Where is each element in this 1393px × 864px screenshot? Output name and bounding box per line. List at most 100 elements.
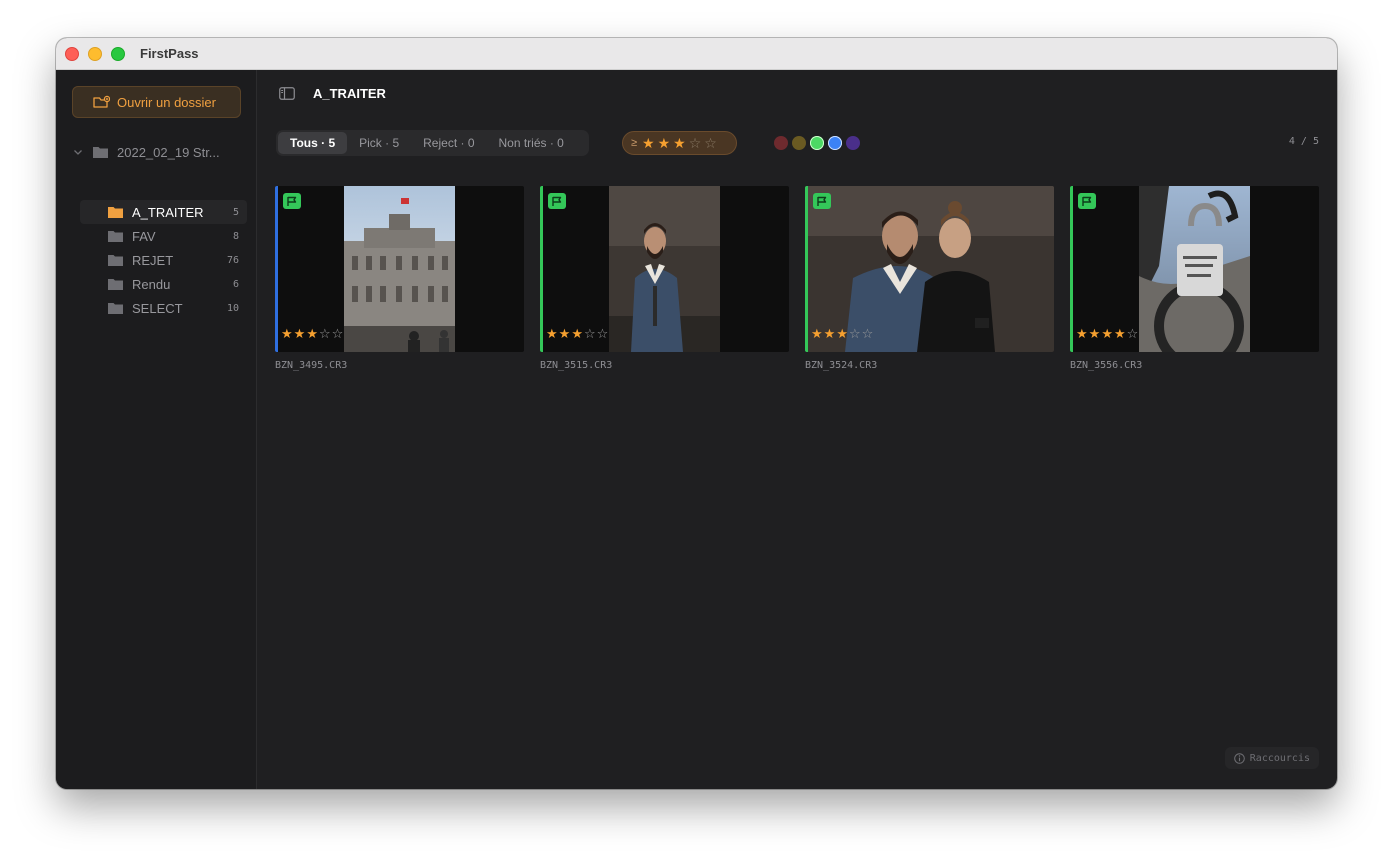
color-filter-blue[interactable] (828, 136, 842, 150)
minimize-window-button[interactable] (88, 47, 102, 61)
star-outline-icon[interactable]: ☆ (597, 327, 609, 341)
pick-flag-icon[interactable] (283, 193, 301, 209)
pick-flag-icon[interactable] (813, 193, 831, 209)
star-icon[interactable]: ★ (1114, 327, 1126, 341)
star-outline-icon[interactable]: ☆ (332, 327, 344, 341)
photo-card[interactable]: ★ ★ ★ ☆ ☆ BZN_3524.CR3 (805, 186, 1054, 371)
pick-accent (1070, 186, 1073, 352)
star-outline-icon[interactable]: ☆ (1127, 327, 1139, 341)
open-folder-label: Ouvrir un dossier (117, 94, 216, 110)
photo-rating[interactable]: ★ ★ ★ ★ ☆ (1076, 327, 1138, 341)
folder-plus-icon (93, 95, 110, 108)
close-window-button[interactable] (65, 47, 79, 61)
photo-rating[interactable]: ★ ★ ★ ☆ ☆ (281, 327, 343, 341)
star-icon[interactable]: ★ (658, 136, 671, 150)
photo-filename: BZN_3556.CR3 (1070, 360, 1143, 371)
shortcuts-button[interactable]: Raccourcis (1224, 747, 1319, 769)
folder-count: 10 (226, 302, 239, 314)
color-filter-purple[interactable] (846, 136, 860, 150)
pick-flag-icon[interactable] (1078, 193, 1096, 209)
sidebar-toggle-icon[interactable] (279, 87, 295, 100)
main-content: A_TRAITER Tous · 5 Pick · 5 Reject · 0 N… (257, 70, 1337, 789)
star-icon[interactable]: ★ (1089, 327, 1101, 341)
rating-filter[interactable]: ≥ ★ ★ ★ ☆ ☆ (622, 131, 737, 155)
building-photo (344, 186, 455, 352)
zoom-window-button[interactable] (111, 47, 125, 61)
folder-label: REJET (132, 252, 174, 268)
folder-icon (108, 231, 123, 242)
star-outline-icon[interactable]: ☆ (584, 327, 596, 341)
folder-icon (108, 303, 123, 314)
folder-icon (108, 207, 123, 218)
star-icon[interactable]: ★ (1101, 327, 1113, 341)
info-icon (1233, 752, 1245, 764)
photo-thumbnail[interactable]: ★ ★ ★ ☆ ☆ (540, 186, 789, 352)
sidebar: Ouvrir un dossier 2022_02_19 Str... A_TR… (56, 70, 257, 789)
star-icon[interactable]: ★ (546, 327, 558, 341)
pick-accent (540, 186, 543, 352)
sidebar-item-fav[interactable]: FAV 8 (80, 224, 247, 248)
folder-count: 8 (232, 230, 239, 242)
folder-icon (108, 279, 123, 290)
window-title: FirstPass (140, 46, 199, 61)
star-icon[interactable]: ★ (281, 327, 293, 341)
color-filter-red[interactable] (774, 136, 788, 150)
photo-card[interactable]: ★ ★ ★ ☆ ☆ BZN_3495.CR3 (275, 186, 524, 371)
folder-label: SELECT (132, 300, 183, 316)
star-icon[interactable]: ★ (673, 136, 686, 150)
photo-filename: BZN_3524.CR3 (805, 360, 878, 371)
star-icon[interactable]: ★ (306, 327, 318, 341)
tab-reject[interactable]: Reject · 0 (411, 132, 486, 154)
pick-accent (805, 186, 808, 352)
star-icon[interactable]: ★ (571, 327, 583, 341)
star-outline-icon[interactable]: ☆ (862, 327, 874, 341)
folder-count: 6 (232, 278, 239, 290)
star-outline-icon[interactable]: ☆ (704, 136, 717, 150)
star-icon[interactable]: ★ (294, 327, 306, 341)
portrait-photo (609, 186, 720, 352)
page-title: A_TRAITER (313, 86, 386, 101)
chevron-down-icon[interactable] (72, 146, 84, 158)
star-icon[interactable]: ★ (559, 327, 571, 341)
sidebar-item-rejet[interactable]: REJET 76 (80, 248, 247, 272)
photo-thumbnail[interactable]: ★ ★ ★ ☆ ☆ (805, 186, 1054, 352)
rating-prefix: ≥ (631, 137, 638, 149)
tab-all[interactable]: Tous · 5 (278, 132, 348, 154)
star-icon[interactable]: ★ (836, 327, 848, 341)
tab-unsorted[interactable]: Non triés · 0 (487, 132, 576, 154)
star-outline-icon[interactable]: ☆ (849, 327, 861, 341)
app-window: FirstPass Ouvrir un dossier 2022_02_19 S… (56, 38, 1337, 789)
folder-label: A_TRAITER (132, 204, 204, 220)
photo-filename: BZN_3495.CR3 (275, 360, 348, 371)
color-filter-green[interactable] (810, 136, 824, 150)
star-icon[interactable]: ★ (1076, 327, 1088, 341)
photo-card[interactable]: ★ ★ ★ ★ ☆ BZN_3556.CR3 (1070, 186, 1319, 371)
sidebar-item-rendu[interactable]: Rendu 6 (80, 272, 247, 296)
shortcuts-label: Raccourcis (1249, 752, 1310, 764)
root-folder-item[interactable]: 2022_02_19 Str... (72, 142, 247, 162)
star-outline-icon[interactable]: ☆ (689, 136, 702, 150)
color-filter-yellow[interactable] (792, 136, 806, 150)
page-indicator: 4 / 5 (1288, 136, 1319, 147)
star-outline-icon[interactable]: ☆ (319, 327, 331, 341)
star-icon[interactable]: ★ (811, 327, 823, 341)
sidebar-item-a-traiter[interactable]: A_TRAITER 5 (80, 200, 247, 224)
star-icon[interactable]: ★ (642, 136, 655, 150)
tab-pick[interactable]: Pick · 5 (347, 132, 411, 154)
folder-count: 76 (226, 254, 239, 266)
color-label-filter (774, 136, 860, 150)
open-folder-button[interactable]: Ouvrir un dossier (72, 86, 241, 118)
folder-label: FAV (132, 228, 156, 244)
photo-rating[interactable]: ★ ★ ★ ☆ ☆ (811, 327, 873, 341)
root-folder-label: 2022_02_19 Str... (117, 144, 220, 160)
padlock-photo (1139, 186, 1250, 352)
photo-filename: BZN_3515.CR3 (540, 360, 613, 371)
selection-accent (275, 186, 278, 352)
photo-card[interactable]: ★ ★ ★ ☆ ☆ BZN_3515.CR3 (540, 186, 789, 371)
pick-flag-icon[interactable] (548, 193, 566, 209)
photo-thumbnail[interactable]: ★ ★ ★ ☆ ☆ (275, 186, 524, 352)
photo-rating[interactable]: ★ ★ ★ ☆ ☆ (546, 327, 608, 341)
sidebar-item-select[interactable]: SELECT 10 (80, 296, 247, 320)
photo-thumbnail[interactable]: ★ ★ ★ ★ ☆ (1070, 186, 1319, 352)
star-icon[interactable]: ★ (824, 327, 836, 341)
